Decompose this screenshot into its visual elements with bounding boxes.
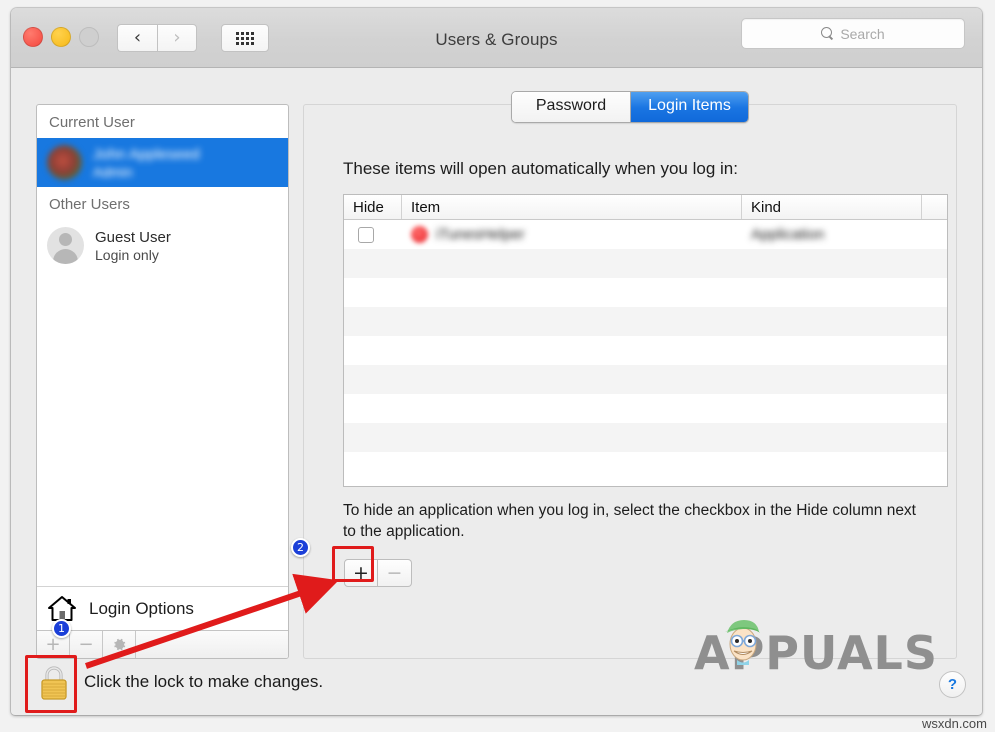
plus-icon: + (353, 561, 369, 584)
user-name: Guest User (95, 228, 171, 246)
user-name: John Appleseed (93, 145, 200, 163)
sidebar-item-login-options[interactable]: Login Options (37, 586, 288, 630)
column-header-kind[interactable]: Kind (742, 195, 922, 219)
search-placeholder: Search (840, 25, 885, 42)
lock-instruction-text: Click the lock to make changes. (84, 672, 324, 691)
table-row (344, 249, 947, 278)
hide-checkbox-cell[interactable] (344, 220, 402, 249)
avatar (47, 227, 84, 264)
sidebar-item-guest-user[interactable]: Guest User Login only (37, 220, 288, 271)
item-name: iTunesHelper (436, 226, 525, 243)
avatar (47, 145, 82, 180)
pane-intro-text: These items will open automatically when… (343, 159, 738, 178)
pane-hint-text: To hide an application when you log in, … (343, 502, 916, 541)
column-header-spacer (922, 195, 947, 219)
plus-icon: + (45, 633, 61, 655)
site-watermark: wsxdn.com (921, 716, 987, 731)
users-list: Current User John Appleseed Admin Other … (37, 105, 288, 586)
lock-row: Click the lock to make changes. (37, 662, 323, 702)
user-settings-button (103, 631, 136, 658)
login-items-add-remove-group: + − (344, 559, 412, 587)
window-body: Current User John Appleseed Admin Other … (11, 68, 982, 714)
column-header-item[interactable]: Item (402, 195, 742, 219)
tab-password[interactable]: Password (512, 92, 630, 122)
sidebar-item-current-user[interactable]: John Appleseed Admin (37, 138, 288, 187)
table-row (344, 307, 947, 336)
pane-tab-bar: Password Login Items (511, 91, 749, 123)
column-header-hide[interactable]: Hide (344, 195, 402, 219)
question-mark-icon: ? (947, 676, 958, 693)
step-badge-1: 1 (52, 619, 71, 638)
sidebar-group-header-other: Other Users (49, 196, 130, 213)
remove-user-button: − (70, 631, 103, 658)
add-login-item-button[interactable]: + (344, 559, 378, 587)
login-items-pane: Password Login Items These items will op… (303, 91, 957, 659)
sidebar-toolbar-spacer (136, 631, 288, 658)
login-items-table: Hide Item Kind iTunesHelper Application (343, 194, 948, 487)
gear-icon (112, 637, 127, 652)
sidebar-group-header-current: Current User (49, 114, 135, 131)
table-row (344, 394, 947, 423)
minus-icon: − (386, 561, 403, 584)
table-row[interactable]: iTunesHelper Application (344, 220, 947, 249)
closed-padlock-icon[interactable] (37, 662, 71, 702)
table-row (344, 423, 947, 452)
table-row (344, 452, 947, 481)
table-row (344, 278, 947, 307)
login-options-label: Login Options (89, 598, 194, 618)
appuals-mascot-icon (720, 615, 766, 665)
window-titlebar: ‹ › Users & Groups Search (11, 8, 982, 68)
step-badge-2: 2 (291, 538, 310, 557)
kind-cell: Application (742, 220, 922, 249)
appuals-watermark: APPUALS (694, 620, 938, 676)
remove-login-item-button: − (378, 559, 412, 587)
minus-icon: − (78, 633, 94, 655)
user-role: Admin (93, 163, 133, 180)
user-name-block: Guest User Login only (95, 229, 171, 263)
search-input[interactable]: Search (741, 18, 965, 49)
system-preferences-window: ‹ › Users & Groups Search Current User J… (11, 8, 982, 715)
item-cell: iTunesHelper (402, 220, 742, 249)
hide-checkbox[interactable] (358, 226, 374, 243)
item-kind: Application (751, 226, 825, 243)
sidebar-toolbar: + − (37, 630, 288, 658)
user-role: Login only (95, 246, 159, 263)
user-name-block: John Appleseed Admin (93, 146, 200, 180)
table-row (344, 365, 947, 394)
table-row (344, 336, 947, 365)
search-icon (821, 27, 834, 40)
tab-login-items[interactable]: Login Items (630, 92, 748, 122)
screenshot-root: ‹ › Users & Groups Search Current User J… (0, 0, 995, 732)
house-icon (47, 595, 77, 622)
row-spacer (922, 220, 947, 249)
help-button[interactable]: ? (939, 671, 966, 698)
table-header-row: Hide Item Kind (344, 195, 947, 220)
itunes-app-icon (411, 226, 428, 243)
users-sidebar: Current User John Appleseed Admin Other … (36, 104, 289, 659)
